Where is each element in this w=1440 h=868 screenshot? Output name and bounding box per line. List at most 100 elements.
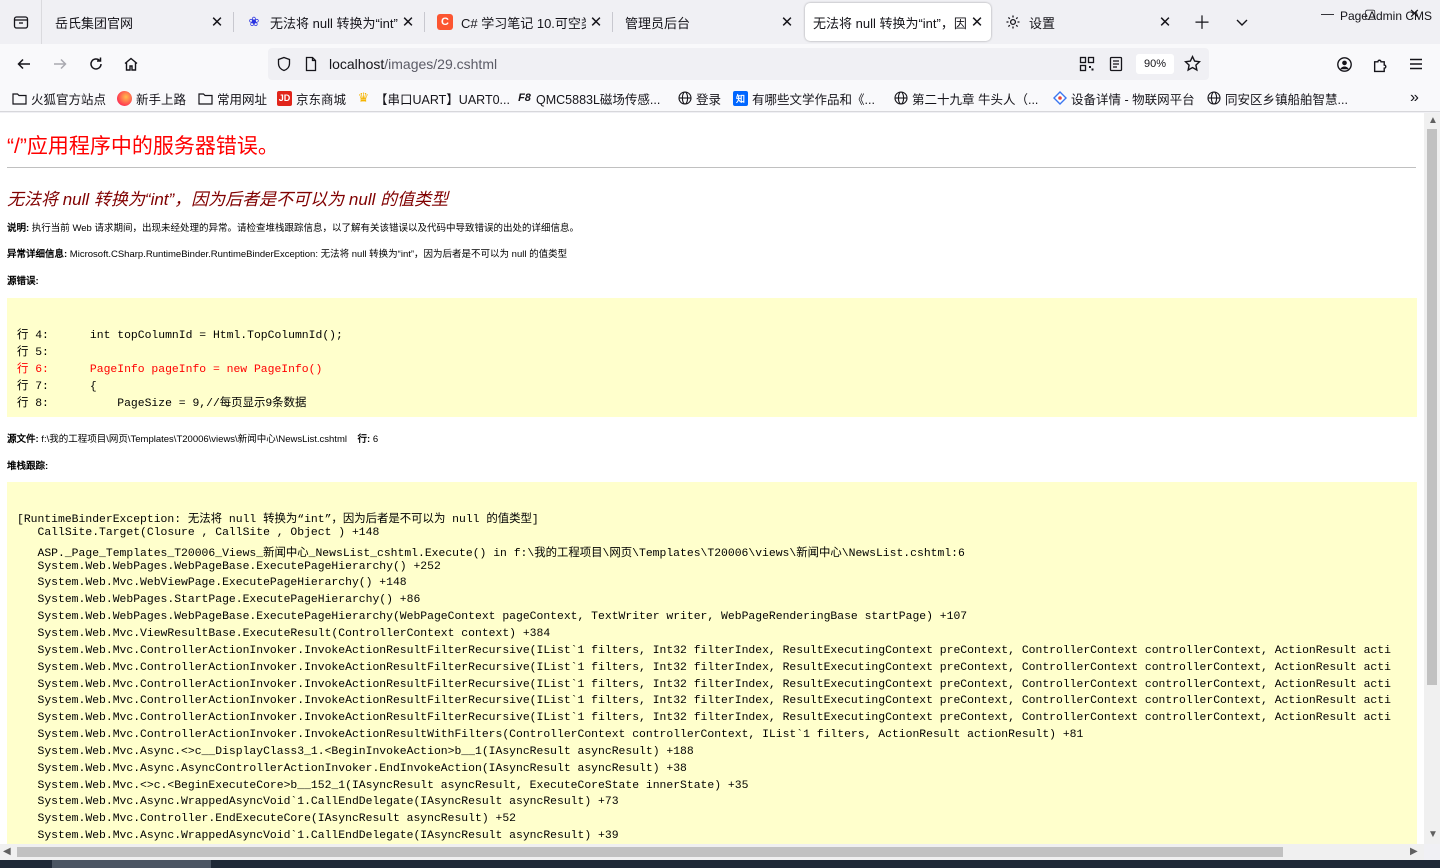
tab-yueshi[interactable]: 岳氏集团官网 ✕ <box>43 3 233 41</box>
code-line: 行 8: PageSize = 9,//每页显示9条数据 <box>17 398 307 410</box>
scroll-up-arrow-icon[interactable]: ▲ <box>1428 115 1438 126</box>
address-bar[interactable]: localhost/images/29.cshtml 90% <box>268 48 1209 80</box>
bookmark-label: 火狐官方站点 <box>31 92 107 107</box>
stack-trace-block: [RuntimeBinderException: 无法将 null 转换为“in… <box>7 482 1417 844</box>
gear-icon <box>1005 14 1021 30</box>
tab-list-icon <box>13 16 28 29</box>
tab-title: C# 学习笔记 10.可空类型 <box>461 15 586 31</box>
zhihu-icon: 知 <box>733 90 748 106</box>
exception-text: Microsoft.CSharp.RuntimeBinder.RuntimeBi… <box>67 249 568 260</box>
double-chevron-right-icon: » <box>1410 89 1419 106</box>
qr-code-icon[interactable] <box>1079 56 1095 72</box>
source-error-heading: 源错误: <box>7 273 39 287</box>
close-icon[interactable]: ✕ <box>207 12 227 32</box>
extensions-button[interactable] <box>1366 50 1394 78</box>
bookmark-label: 【串口UART】UART0... <box>375 92 510 107</box>
menu-button[interactable] <box>1402 50 1430 78</box>
stack-trace-line: System.Web.Mvc.Async.WrappedAsyncVoid`1.… <box>17 796 619 809</box>
taskbar-item[interactable] <box>52 860 211 868</box>
tab-settings[interactable]: 设置 ✕ <box>993 3 1181 41</box>
chevron-down-icon <box>1236 19 1248 26</box>
stack-trace-label: 堆栈跟踪: <box>7 461 49 472</box>
url-text[interactable]: localhost/images/29.cshtml <box>329 56 497 72</box>
tab-strip: 岳氏集团官网 ✕ ❀ 无法将 null 转换为“int”,因为后者 ✕ C C#… <box>0 0 1440 44</box>
stack-trace-line: System.Web.WebPages.WebPageBase.ExecuteP… <box>17 560 441 573</box>
jd-icon: JD <box>277 90 292 106</box>
bookmark-item[interactable]: F8 QMC5883L磁场传感... <box>517 89 660 107</box>
globe-icon <box>677 91 692 106</box>
bookmark-label: 常用网址 <box>217 92 268 107</box>
bookmarks-overflow-button[interactable]: » <box>1410 89 1419 107</box>
bookmark-item[interactable]: 常用网址 <box>198 89 267 107</box>
home-button[interactable] <box>117 50 145 78</box>
account-button[interactable] <box>1330 50 1358 78</box>
zoom-level-button[interactable]: 90% <box>1136 54 1174 74</box>
error-title: 无法将 null 转换为“int”，因为后者是不可以为 null 的值类型 <box>7 190 449 209</box>
bookmark-item[interactable]: JD 京东商城 <box>277 89 346 107</box>
error-description: 说明: 执行当前 Web 请求期间，出现未经处理的异常。请检查堆栈跟踪信息，以了… <box>7 220 579 234</box>
source-code-block: 行 4: int topColumnId = Html.TopColumnId(… <box>7 298 1417 417</box>
tab-list-button[interactable] <box>0 0 42 44</box>
scroll-right-arrow-icon[interactable]: ▶ <box>1410 846 1418 857</box>
arrow-right-icon <box>54 58 67 70</box>
close-icon[interactable]: ✕ <box>777 12 797 32</box>
page-icon[interactable] <box>303 56 319 72</box>
code-line: 行 5: <box>17 347 49 359</box>
stack-trace-line: System.Web.Mvc.Async.<>c__DisplayClass3_… <box>17 745 694 758</box>
bookmark-item[interactable]: 第二十九章 牛头人（... <box>893 89 1038 107</box>
tab-csdn-note[interactable]: C C# 学习笔记 10.可空类型 ✕ <box>425 3 612 41</box>
tab-overflow-button[interactable] <box>1228 8 1256 36</box>
new-tab-button[interactable]: ＋ <box>1188 8 1216 36</box>
source-file-path: f:\我的工程项目\网页\Templates\T20006\views\新闻中心… <box>38 434 347 445</box>
navigation-toolbar: localhost/images/29.cshtml 90% <box>0 44 1440 84</box>
bookmark-label: 同安区乡镇船舶智慧... <box>1225 92 1348 107</box>
stack-trace-line: System.Web.Mvc.ControllerActionInvoker.I… <box>17 644 1391 657</box>
close-icon[interactable]: ✕ <box>398 12 418 32</box>
shield-icon[interactable] <box>276 56 292 72</box>
horizontal-scrollbar[interactable]: ◀ ▶ <box>0 844 1424 860</box>
bookmark-item[interactable]: 火狐官方站点 <box>12 89 106 107</box>
bookmark-item[interactable]: 登录 <box>677 89 721 107</box>
bookmark-item[interactable]: 设备详情 - 物联网平台 <box>1052 89 1195 107</box>
stack-trace-line: System.Web.Mvc.ViewResultBase.ExecuteRes… <box>17 627 551 640</box>
minimize-button[interactable]: — <box>1321 6 1334 21</box>
code-line: 行 4: int topColumnId = Html.TopColumnId(… <box>17 330 343 342</box>
tab-title: 无法将 null 转换为“int”，因为后者 <box>813 15 967 31</box>
tab-title: 岳氏集团官网 <box>55 15 134 31</box>
tab-admin[interactable]: 管理员后台 ✕ <box>613 3 803 41</box>
scroll-down-arrow-icon[interactable]: ▼ <box>1428 829 1438 840</box>
close-icon[interactable]: ✕ <box>1155 12 1175 32</box>
scrollbar-thumb[interactable] <box>17 847 1283 857</box>
tab-title: 无法将 null 转换为“int”,因为后者 <box>270 15 398 31</box>
reader-view-icon[interactable] <box>1108 56 1124 72</box>
bookmarks-toolbar: 火狐官方站点 新手上路 常用网址 JD 京东商城 ♛ 【串口UART】UART0… <box>0 84 1440 112</box>
back-button[interactable] <box>10 50 38 78</box>
stack-trace-line: System.Web.Mvc.<>c.<BeginExecuteCore>b__… <box>17 779 749 792</box>
baidu-paw-icon: ❀ <box>248 14 260 29</box>
vertical-scrollbar[interactable]: ▲ ▼ <box>1424 113 1440 844</box>
exception-details: 异常详细信息: Microsoft.CSharp.RuntimeBinder.R… <box>7 246 567 260</box>
scrollbar-thumb[interactable] <box>1427 129 1437 685</box>
folder-icon <box>198 91 213 106</box>
bookmark-label: 有哪些文学作品和《... <box>752 92 875 107</box>
star-icon[interactable] <box>1184 55 1201 72</box>
reload-button[interactable] <box>82 50 110 78</box>
stack-trace-line: ASP._Page_Templates_T20006_Views_新闻中心_Ne… <box>17 547 965 560</box>
close-icon[interactable]: ✕ <box>586 12 606 32</box>
forward-button[interactable] <box>46 50 74 78</box>
scroll-left-arrow-icon[interactable]: ◀ <box>3 846 11 857</box>
tab-title: 设置 <box>1029 15 1056 31</box>
stack-trace-line: System.Web.Mvc.Async.WrappedAsyncVoid`1.… <box>17 830 619 843</box>
close-icon[interactable]: ✕ <box>967 12 987 32</box>
tab-active-error[interactable]: 无法将 null 转换为“int”，因为后者 ✕ <box>805 3 991 41</box>
globe-icon <box>1206 91 1221 106</box>
description-text: 执行当前 Web 请求期间，出现未经处理的异常。请检查堆栈跟踪信息，以了解有关该… <box>29 223 579 234</box>
bookmark-item[interactable]: 知 有哪些文学作品和《... <box>733 89 875 107</box>
bookmark-item[interactable]: ♛ 【串口UART】UART0... <box>356 89 510 107</box>
code-line: 行 7: { <box>17 381 97 393</box>
tab-baidu-error[interactable]: ❀ 无法将 null 转换为“int”,因为后者 ✕ <box>234 3 424 41</box>
bookmark-item[interactable]: 同安区乡镇船舶智慧... <box>1206 89 1348 107</box>
bookmark-label: 登录 <box>696 92 722 107</box>
source-file-info: 源文件: f:\我的工程项目\网页\Templates\T20006\views… <box>7 431 378 445</box>
bookmark-item[interactable]: 新手上路 <box>117 89 186 107</box>
